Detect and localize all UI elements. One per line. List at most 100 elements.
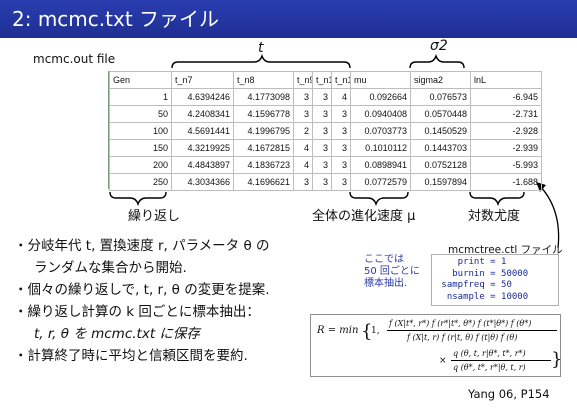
table-header-cell: t_n9 <box>293 71 313 89</box>
acceptance-formula: R = min { 1, f (X|t*, r*) f (r*|t*, θ*) … <box>310 314 563 377</box>
table-cell: -2.928 <box>470 122 542 140</box>
table-cell: 0.1443703 <box>410 139 471 157</box>
table-cell: 4.6394246 <box>171 88 234 106</box>
sampling-note-line: 標本抽出. <box>364 278 408 289</box>
bullet-continuation: t, r, θ を mcmc.txt に保存 <box>34 326 200 342</box>
bullet-item: ・分岐年代 t, 置換速度 r, パラメータ θ の <box>14 238 270 254</box>
ctl-file-box: print = 1 burnin = 50000 sampfreq = 50 n… <box>431 254 559 306</box>
table-cell: 4.1696621 <box>233 173 294 191</box>
table-cell: 4.1596778 <box>233 105 294 123</box>
t-top-brace <box>171 53 351 69</box>
formula-fraction-bar-2 <box>451 360 551 361</box>
table-cell: 0.0940408 <box>350 105 411 123</box>
sigma-top-brace <box>409 53 465 69</box>
table-cell: 0.0703773 <box>350 122 411 140</box>
table-cell: -5.993 <box>470 156 542 174</box>
table-cell: 4.3034366 <box>171 173 234 191</box>
arrow-line <box>539 185 560 249</box>
table-row: 150 4.3219925 4.1672815 4 3 3 0.1010112 … <box>109 139 542 157</box>
bullet-item: ・繰り返し計算の k 回ごとに標本抽出： <box>14 304 260 320</box>
ctl-line: nsample = 10000 <box>436 291 529 302</box>
table-cell: 4 <box>293 139 313 157</box>
table-cell: 3 <box>331 105 351 123</box>
table-cell: 3 <box>312 156 332 174</box>
formula-numerator-2: q (θ, t, r|θ*, t*, r*) <box>453 349 526 358</box>
table-header-cell: lnL <box>470 71 542 89</box>
overall-rate-label: 全体の進化速度 μ <box>312 209 416 224</box>
ctl-line: sampfreq = 50 <box>436 280 512 290</box>
table-cell: 0.092664 <box>350 88 411 106</box>
formula-denominator-2: q (θ*, t*, r*|θ, t, r) <box>453 363 526 372</box>
sigma-brace-label: σ2 <box>430 38 448 54</box>
table-cell: 0.076573 <box>410 88 471 106</box>
table-header-cell: Gen <box>109 71 172 89</box>
slide-title: 2: mcmc.txt ファイル <box>0 0 577 38</box>
table-cell: 4 <box>331 88 351 106</box>
table-cell: 4.1672815 <box>233 139 294 157</box>
bullet-item: ・計算終了時に平均と信頼区間を要約. <box>14 348 248 364</box>
table-cell: 4.1836723 <box>233 156 294 174</box>
table-cell: 3 <box>293 88 313 106</box>
lnl-bottom-brace <box>469 191 525 207</box>
bullet-continuation: ランダムな集合から開始. <box>34 260 187 276</box>
table-header-cell: t_n1 <box>312 71 332 89</box>
table-cell: -1.688 <box>470 173 542 191</box>
table-cell: 3 <box>331 139 351 157</box>
table-cell: -2.939 <box>470 139 542 157</box>
table-cell: 100 <box>109 122 172 140</box>
table-cell: 0.1597894 <box>410 173 471 191</box>
sampling-note-line: 50 回ごとに <box>364 266 420 277</box>
table-row: 1 4.6394246 4.1773098 3 3 4 0.092664 0.0… <box>109 88 542 106</box>
table-cell: 3 <box>312 105 332 123</box>
formula-lhs: R = min <box>317 325 359 336</box>
table-header-cell: sigma2 <box>410 71 471 89</box>
table-header-cell: t_n8 <box>233 71 294 89</box>
formula-denominator-1: f (X|t, r) f (r|t, θ) f (t|θ) f (θ) <box>407 333 518 342</box>
table-cell: 200 <box>109 156 172 174</box>
formula-numerator-1: f (X|t*, r*) f (r*|t*, θ*) f (t*|θ*) f (… <box>389 319 532 328</box>
file-label: mcmc.out file <box>33 52 116 66</box>
table-cell: 0.0898941 <box>350 156 411 174</box>
ctl-line: print = 1 <box>436 257 507 267</box>
ctl-line: burnin = 50000 <box>436 268 529 279</box>
table-cell: 4.2408341 <box>171 105 234 123</box>
table-cell: 4.5691441 <box>171 122 234 140</box>
table-row: 200 4.4843897 4.1836723 4 3 3 0.0898941 … <box>109 156 542 174</box>
table-cell: -6.945 <box>470 88 542 106</box>
table-cell: 2 <box>293 122 313 140</box>
table-cell: 50 <box>109 105 172 123</box>
formula-brace-right: } <box>551 349 563 370</box>
citation: Yang 06, P154 <box>468 387 550 401</box>
formula-fraction-bar-1 <box>387 330 557 331</box>
table-cell: 3 <box>312 173 332 191</box>
table-cell: 1 <box>109 88 172 106</box>
bullet-item: ・個々の繰り返しで, t, r, θ の変更を提案. <box>14 282 270 298</box>
t-brace-label: t <box>258 40 264 56</box>
table-header-cell: mu <box>350 71 411 89</box>
table-cell: 4.3219925 <box>171 139 234 157</box>
table-cell: 0.0772579 <box>350 173 411 191</box>
table-cell: 3 <box>312 139 332 157</box>
table-cell: 4.1996795 <box>233 122 294 140</box>
table-header-cell: t_n7 <box>171 71 234 89</box>
sampling-note-line: ここでは <box>364 254 404 265</box>
table-cell: -2.731 <box>470 105 542 123</box>
log-likelihood-label: 対数尤度 <box>468 209 521 224</box>
formula-times: × <box>439 356 447 366</box>
iterations-label: 繰り返し <box>128 209 181 224</box>
table-cell: 0.0752128 <box>410 156 471 174</box>
table-cell: 3 <box>331 173 351 191</box>
table-cell: 0.1450529 <box>410 122 471 140</box>
table-header-row: Gen t_n7 t_n8 t_n9 t_n1 t_n1 mu sigma2 l… <box>109 71 542 89</box>
table-row: 50 4.2408341 4.1596778 3 3 3 0.0940408 0… <box>109 105 542 123</box>
table-cell: 4.1773098 <box>233 88 294 106</box>
table-cell: 3 <box>293 105 313 123</box>
table-cell: 3 <box>293 173 313 191</box>
bullet-list: ・分岐年代 t, 置換速度 r, パラメータ θ の ランダムな集合から開始. … <box>14 235 270 367</box>
table-cell: 0.1010112 <box>350 139 411 157</box>
table-cell: 3 <box>331 156 351 174</box>
table-cell: 0.0570448 <box>410 105 471 123</box>
table-row: 250 4.3034366 4.1696621 3 3 3 0.0772579 … <box>109 173 542 191</box>
table-cell: 250 <box>109 173 172 191</box>
mcmc-table: Gen t_n7 t_n8 t_n9 t_n1 t_n1 mu sigma2 l… <box>109 71 542 191</box>
